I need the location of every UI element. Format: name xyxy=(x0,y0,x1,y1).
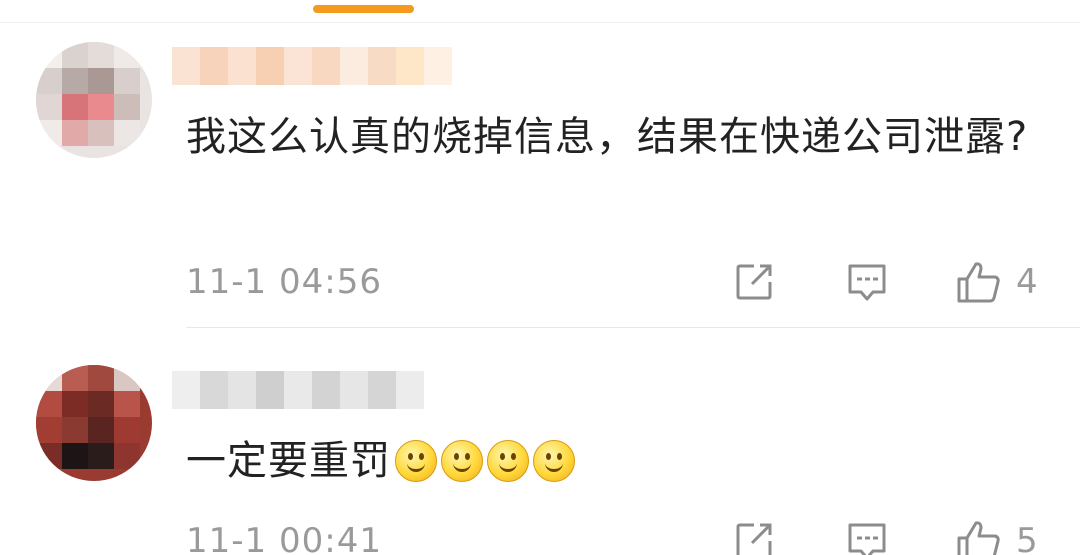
username-blurred[interactable] xyxy=(172,366,424,414)
forward-button[interactable] xyxy=(734,519,774,555)
smile-emoji xyxy=(487,440,529,482)
reply-button[interactable] xyxy=(846,519,888,555)
comment-list-screen: 我这么认真的烧掉信息，结果在快递公司泄露? 11-1 04:56 4 一定要重罚… xyxy=(0,0,1080,555)
smile-emoji xyxy=(441,440,483,482)
forward-button[interactable] xyxy=(734,260,774,304)
comment-time: 11-1 00:41 xyxy=(186,521,382,555)
comment-icon xyxy=(848,523,886,555)
smile-emoji xyxy=(533,440,575,482)
comment-divider xyxy=(186,327,1080,328)
like-button[interactable]: 5 xyxy=(956,519,1038,555)
thumbs-up-icon xyxy=(957,521,1000,555)
comment-text: 一定要重罚 xyxy=(186,432,1056,490)
like-button[interactable]: 4 xyxy=(956,260,1038,304)
thumbs-up-icon xyxy=(957,262,1000,303)
avatar[interactable] xyxy=(36,42,152,158)
top-divider xyxy=(0,22,1080,23)
reply-button[interactable] xyxy=(846,260,888,304)
comment-text: 我这么认真的烧掉信息，结果在快递公司泄露? xyxy=(186,114,1029,160)
tab-active-indicator xyxy=(313,5,414,13)
comment-meta: 11-1 04:56 4 xyxy=(186,260,1056,304)
smile-emoji xyxy=(395,440,437,482)
like-count: 4 xyxy=(1016,262,1038,302)
username-blurred[interactable] xyxy=(172,42,452,90)
avatar[interactable] xyxy=(36,365,152,481)
comment-icon xyxy=(848,264,886,301)
forward-icon xyxy=(736,264,772,300)
like-count: 5 xyxy=(1016,521,1038,555)
comment-meta: 11-1 00:41 5 xyxy=(186,519,1056,555)
forward-icon xyxy=(736,523,772,555)
comment-text-content: 一定要重罚 xyxy=(186,438,391,484)
comment-time: 11-1 04:56 xyxy=(186,262,382,302)
